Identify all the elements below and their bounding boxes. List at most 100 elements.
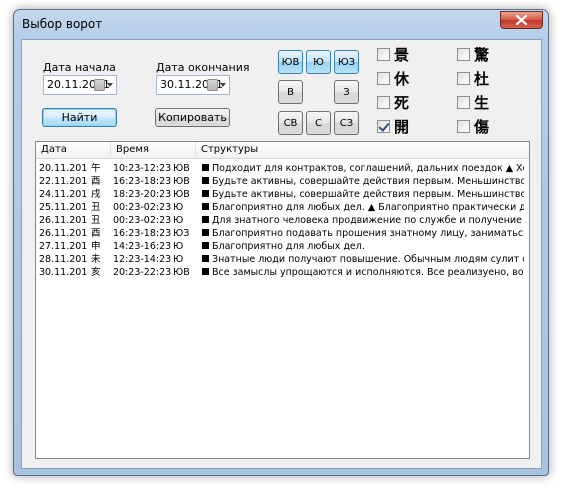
table-row[interactable]: 24.11.2011 戌 18:23-20:23ЮВ Будьте активны, … <box>36 188 529 201</box>
direction-n-button[interactable]: С <box>306 111 331 135</box>
results-list[interactable]: Дата Время Структуры 20.11.2011 午 10:23-12… <box>35 141 530 459</box>
title-bar[interactable]: Выбор ворот <box>14 10 548 38</box>
square-bullet-icon <box>202 177 209 184</box>
cell-branch: 丑 <box>91 202 101 213</box>
checkbox-checked[interactable] <box>377 120 390 133</box>
structure-text: Подходит для контрактов, соглашений, дал… <box>212 163 503 174</box>
checkbox[interactable] <box>377 72 390 85</box>
chevron-down-icon <box>107 83 113 87</box>
gate-label: 休 <box>394 70 410 88</box>
cell-date: 22.11.2011 <box>39 176 87 187</box>
table-row[interactable]: 27.11.2011 申 14:23-16:23Ю Благоприятно для … <box>36 240 529 253</box>
close-button[interactable] <box>500 11 543 29</box>
table-row[interactable]: 26.11.2011 丑 00:23-02:23Ю Для знатного чело… <box>36 214 529 227</box>
close-icon <box>516 15 527 25</box>
table-row[interactable]: 26.11.2011 酉 16:23-18:23ЮЗ Благоприятно под… <box>36 227 529 240</box>
cell-structures: Благоприятно для любых дел. <box>202 240 524 253</box>
gate-label: 生 <box>474 94 490 112</box>
cell-date: 26.11.2011 <box>39 215 87 226</box>
checkbox[interactable] <box>457 48 470 61</box>
gate-checkbox-shang[interactable]: 傷 <box>457 116 489 137</box>
client-area: Дата начала 20.11.2011 Дата окончания 30… <box>21 39 542 469</box>
direction-e-button[interactable]: В <box>278 80 303 104</box>
gate-checkbox-jing-view[interactable]: 景 <box>377 44 409 65</box>
square-bullet-icon <box>202 255 209 262</box>
cell-structures: Подходит для контрактов, соглашений, дал… <box>202 162 524 175</box>
gate-checkbox-du[interactable]: 杜 <box>457 68 489 89</box>
table-row[interactable]: 20.11.2011 午 10:23-12:23ЮВ Подходит для кон… <box>36 162 529 175</box>
find-button[interactable]: Найти <box>42 108 117 127</box>
table-row[interactable]: 22.11.2011 酉 16:23-18:23ЮВ Будьте активны, … <box>36 175 529 188</box>
structure-text: Будьте активны, совершайте действия перв… <box>212 189 524 200</box>
table-row[interactable]: 28.11.2011 未 12:23-14:23Ю Знатные люди полу… <box>36 253 529 266</box>
cell-direction: ЮВ <box>173 163 190 174</box>
cell-date: 27.11.2011 <box>39 241 87 252</box>
table-row[interactable]: 25.11.2011 丑 00:23-02:23Ю Благоприятно для … <box>36 201 529 214</box>
calendar-icon <box>94 79 105 91</box>
gate-checkbox-jing-fear[interactable]: 驚 <box>457 44 489 65</box>
gate-label: 死 <box>394 94 410 112</box>
cell-direction: ЮВ <box>173 176 190 187</box>
cell-structures: Знатные люди получают повышение. Обычным… <box>202 253 524 266</box>
cell-structures: Для знатного человека продвижение по слу… <box>202 214 524 227</box>
cell-branch: 亥 <box>91 267 101 278</box>
cell-time: 16:23-18:23 <box>113 228 171 239</box>
direction-sw-button[interactable]: ЮЗ <box>334 50 359 74</box>
gate-checkbox-sheng[interactable]: 生 <box>457 92 489 113</box>
square-bullet-icon <box>202 268 209 275</box>
direction-w-button[interactable]: З <box>334 80 359 104</box>
checkbox[interactable] <box>377 96 390 109</box>
structure-text-secondary: Благоприятно практически для всего,... <box>378 202 524 213</box>
cell-direction: Ю <box>173 202 184 213</box>
cell-structures: Благоприятно для любых дел. ▲ Благоприят… <box>202 201 524 214</box>
structure-text: Благоприятно для любых дел. <box>212 202 365 213</box>
cell-direction: Ю <box>173 215 184 226</box>
structure-text: Благоприятно для любых дел. <box>212 241 365 252</box>
start-date-picker[interactable]: 20.11.2011 <box>43 75 117 95</box>
cell-time: 00:23-02:23 <box>113 202 171 213</box>
checkbox[interactable] <box>457 96 470 109</box>
cell-time: 18:23-20:23 <box>113 189 171 200</box>
square-bullet-icon <box>202 242 209 249</box>
direction-ne-button[interactable]: СВ <box>278 111 303 135</box>
triangle-bullet-icon: ▲ <box>364 202 379 213</box>
column-header-date[interactable]: Дата <box>36 142 111 159</box>
checkbox[interactable] <box>457 120 470 133</box>
direction-se-button[interactable]: ЮВ <box>278 50 303 74</box>
cell-structures: Будьте активны, совершайте действия перв… <box>202 175 524 188</box>
cell-time: 16:23-18:23 <box>113 176 171 187</box>
structure-text: Благоприятно подавать прошения знатному … <box>212 228 524 239</box>
table-row[interactable]: 30.11.2011 亥 20:23-22:23ЮВ Все замыслы упро… <box>36 266 529 279</box>
cell-structures: Все замыслы упрощаются и исполняются. Вс… <box>202 266 524 279</box>
cell-date: 28.11.2011 <box>39 254 87 265</box>
cell-date: 30.11.2011 <box>39 267 87 278</box>
square-bullet-icon <box>202 164 209 171</box>
gate-checkbox-xiu[interactable]: 休 <box>377 68 409 89</box>
column-header-structures[interactable]: Структуры <box>196 142 529 159</box>
chevron-down-icon <box>220 83 226 87</box>
cell-structures: Будьте активны, совершайте действия перв… <box>202 188 524 201</box>
structure-text-secondary: Хорошо дл... <box>516 163 524 174</box>
gate-checkbox-kai[interactable]: 開 <box>377 116 409 137</box>
calendar-icon <box>207 79 218 91</box>
direction-nw-button[interactable]: СЗ <box>334 111 359 135</box>
checkbox[interactable] <box>457 72 470 85</box>
cell-date: 26.11.2011 <box>39 228 87 239</box>
gate-label: 開 <box>394 118 410 136</box>
gate-checkbox-si[interactable]: 死 <box>377 92 409 113</box>
checkbox[interactable] <box>377 48 390 61</box>
cell-time: 12:23-14:23 <box>113 254 171 265</box>
cell-direction: Ю <box>173 254 184 265</box>
column-header-time[interactable]: Время <box>111 142 196 159</box>
list-header: Дата Время Структуры <box>36 142 529 159</box>
structure-text: Знатные люди получают повышение. Обычным… <box>212 254 524 265</box>
direction-s-button[interactable]: Ю <box>306 50 331 74</box>
copy-button[interactable]: Копировать <box>155 108 230 127</box>
cell-branch: 戌 <box>91 189 101 200</box>
structure-text: Для знатного человека продвижение по слу… <box>212 215 524 226</box>
cell-branch: 酉 <box>91 228 101 239</box>
structure-text: Все замыслы упрощаются и исполняются. Вс… <box>212 267 524 278</box>
end-date-picker[interactable]: 30.11.2011 <box>156 75 230 95</box>
cell-time: 00:23-02:23 <box>113 215 171 226</box>
gate-label: 傷 <box>474 118 490 136</box>
